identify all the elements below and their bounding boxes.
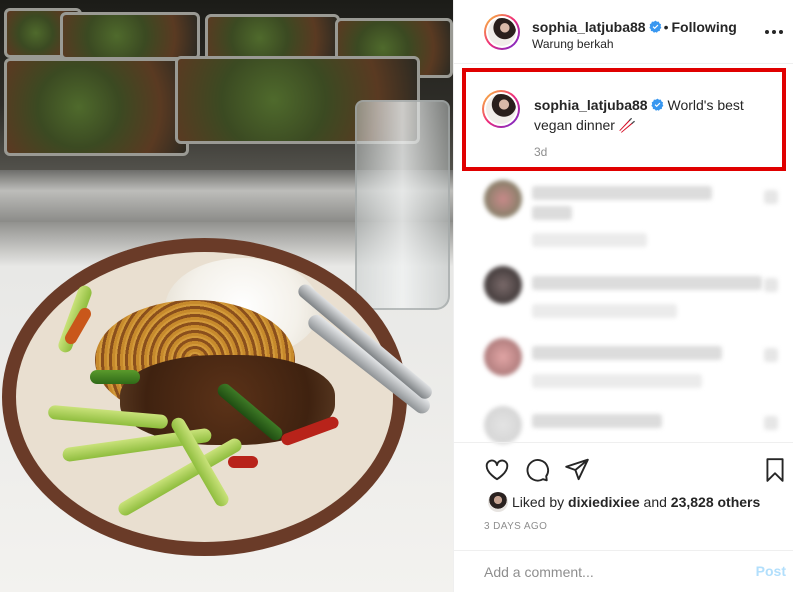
caption: sophia_latjuba88 World's best vegan dinn… [534, 95, 774, 135]
comment-avatar [484, 180, 522, 218]
comment-text [532, 186, 712, 200]
food-tray [4, 58, 189, 156]
liked-by-user[interactable]: dixiedixiee [568, 494, 640, 510]
comment-input[interactable] [484, 561, 724, 583]
comment-like-icon [764, 416, 778, 430]
comment-avatar [484, 406, 522, 444]
caption-avatar[interactable] [482, 90, 520, 128]
separator-dot: • [663, 19, 669, 35]
location-link[interactable]: Warung berkah [532, 37, 614, 51]
caption-time[interactable]: 3d [534, 145, 547, 159]
liked-by-avatar[interactable] [488, 492, 508, 512]
liked-by-prefix: Liked by [512, 494, 565, 510]
post-timestamp[interactable]: 3 DAYS AGO [484, 521, 547, 532]
more-horizontal-icon[interactable] [762, 22, 786, 42]
comment-meta [532, 233, 647, 247]
comment-like-icon [764, 190, 778, 204]
verified-badge-icon [650, 98, 663, 111]
comment-avatar [484, 266, 522, 304]
paper-plane-icon[interactable] [564, 457, 590, 483]
comment-blurred [454, 262, 793, 342]
header-user-line: sophia_latjuba88 • Following [532, 19, 737, 35]
comment-like-icon [764, 348, 778, 362]
likes-count-link[interactable]: 23,828 others [671, 494, 761, 510]
comment-meta [532, 374, 702, 388]
avatar[interactable] [484, 14, 520, 50]
liked-by-conj: and [643, 494, 667, 510]
following-button[interactable]: Following [672, 19, 737, 35]
post-actions: Liked by dixiedixiee and 23,828 others 3… [454, 442, 793, 592]
post-comment-button[interactable]: Post [756, 563, 786, 579]
post-photo[interactable] [0, 0, 453, 592]
caption-username[interactable]: sophia_latjuba88 [534, 97, 648, 113]
comment-like-icon [764, 278, 778, 292]
comment-blurred [454, 402, 793, 444]
verified-badge-icon [648, 20, 661, 33]
water-glass [355, 100, 450, 310]
comment-icon[interactable] [524, 457, 550, 483]
comment-text [532, 206, 572, 220]
heart-icon[interactable] [484, 457, 510, 483]
post-header: sophia_latjuba88 • Following Warung berkah [454, 0, 793, 64]
comment-bar: Post [454, 550, 793, 592]
comment-text [532, 414, 662, 428]
post-side-panel: sophia_latjuba88 • Following Warung berkah… [453, 0, 793, 592]
vegetable [90, 370, 140, 384]
food-tray [60, 12, 200, 60]
comment-text [532, 276, 762, 290]
liked-by: Liked by dixiedixiee and 23,828 others [512, 494, 760, 510]
comment-text [532, 346, 722, 360]
food-tray [205, 14, 340, 62]
chili [228, 456, 258, 468]
comment-avatar [484, 338, 522, 376]
comment-meta [532, 304, 677, 318]
username-link[interactable]: sophia_latjuba88 [532, 19, 646, 35]
comment-blurred [454, 176, 793, 256]
bookmark-icon[interactable] [762, 457, 788, 483]
